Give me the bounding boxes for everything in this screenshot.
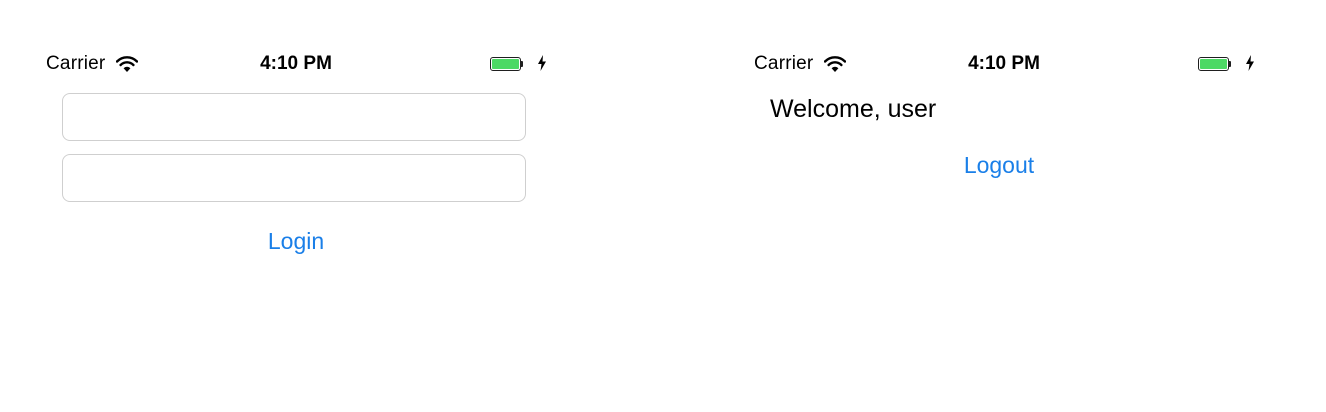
home-screen: Carrier 4:10 PM Welcome, user Logout <box>726 0 1326 412</box>
login-button[interactable]: Login <box>18 226 574 256</box>
battery-fill <box>492 59 519 69</box>
battery-icon <box>1198 57 1234 73</box>
charging-bolt-icon <box>1246 55 1254 71</box>
login-screen: Carrier 4:10 PM Login <box>18 0 636 412</box>
battery-icon <box>490 57 526 73</box>
welcome-message: Welcome, user <box>770 95 937 123</box>
password-field[interactable] <box>62 154 526 202</box>
battery-fill <box>1200 59 1227 69</box>
status-bar: Carrier 4:10 PM <box>726 50 1326 78</box>
charging-bolt-icon <box>538 55 546 71</box>
username-field[interactable] <box>62 93 526 141</box>
status-bar: Carrier 4:10 PM <box>18 50 636 78</box>
logout-button[interactable]: Logout <box>726 150 1272 180</box>
